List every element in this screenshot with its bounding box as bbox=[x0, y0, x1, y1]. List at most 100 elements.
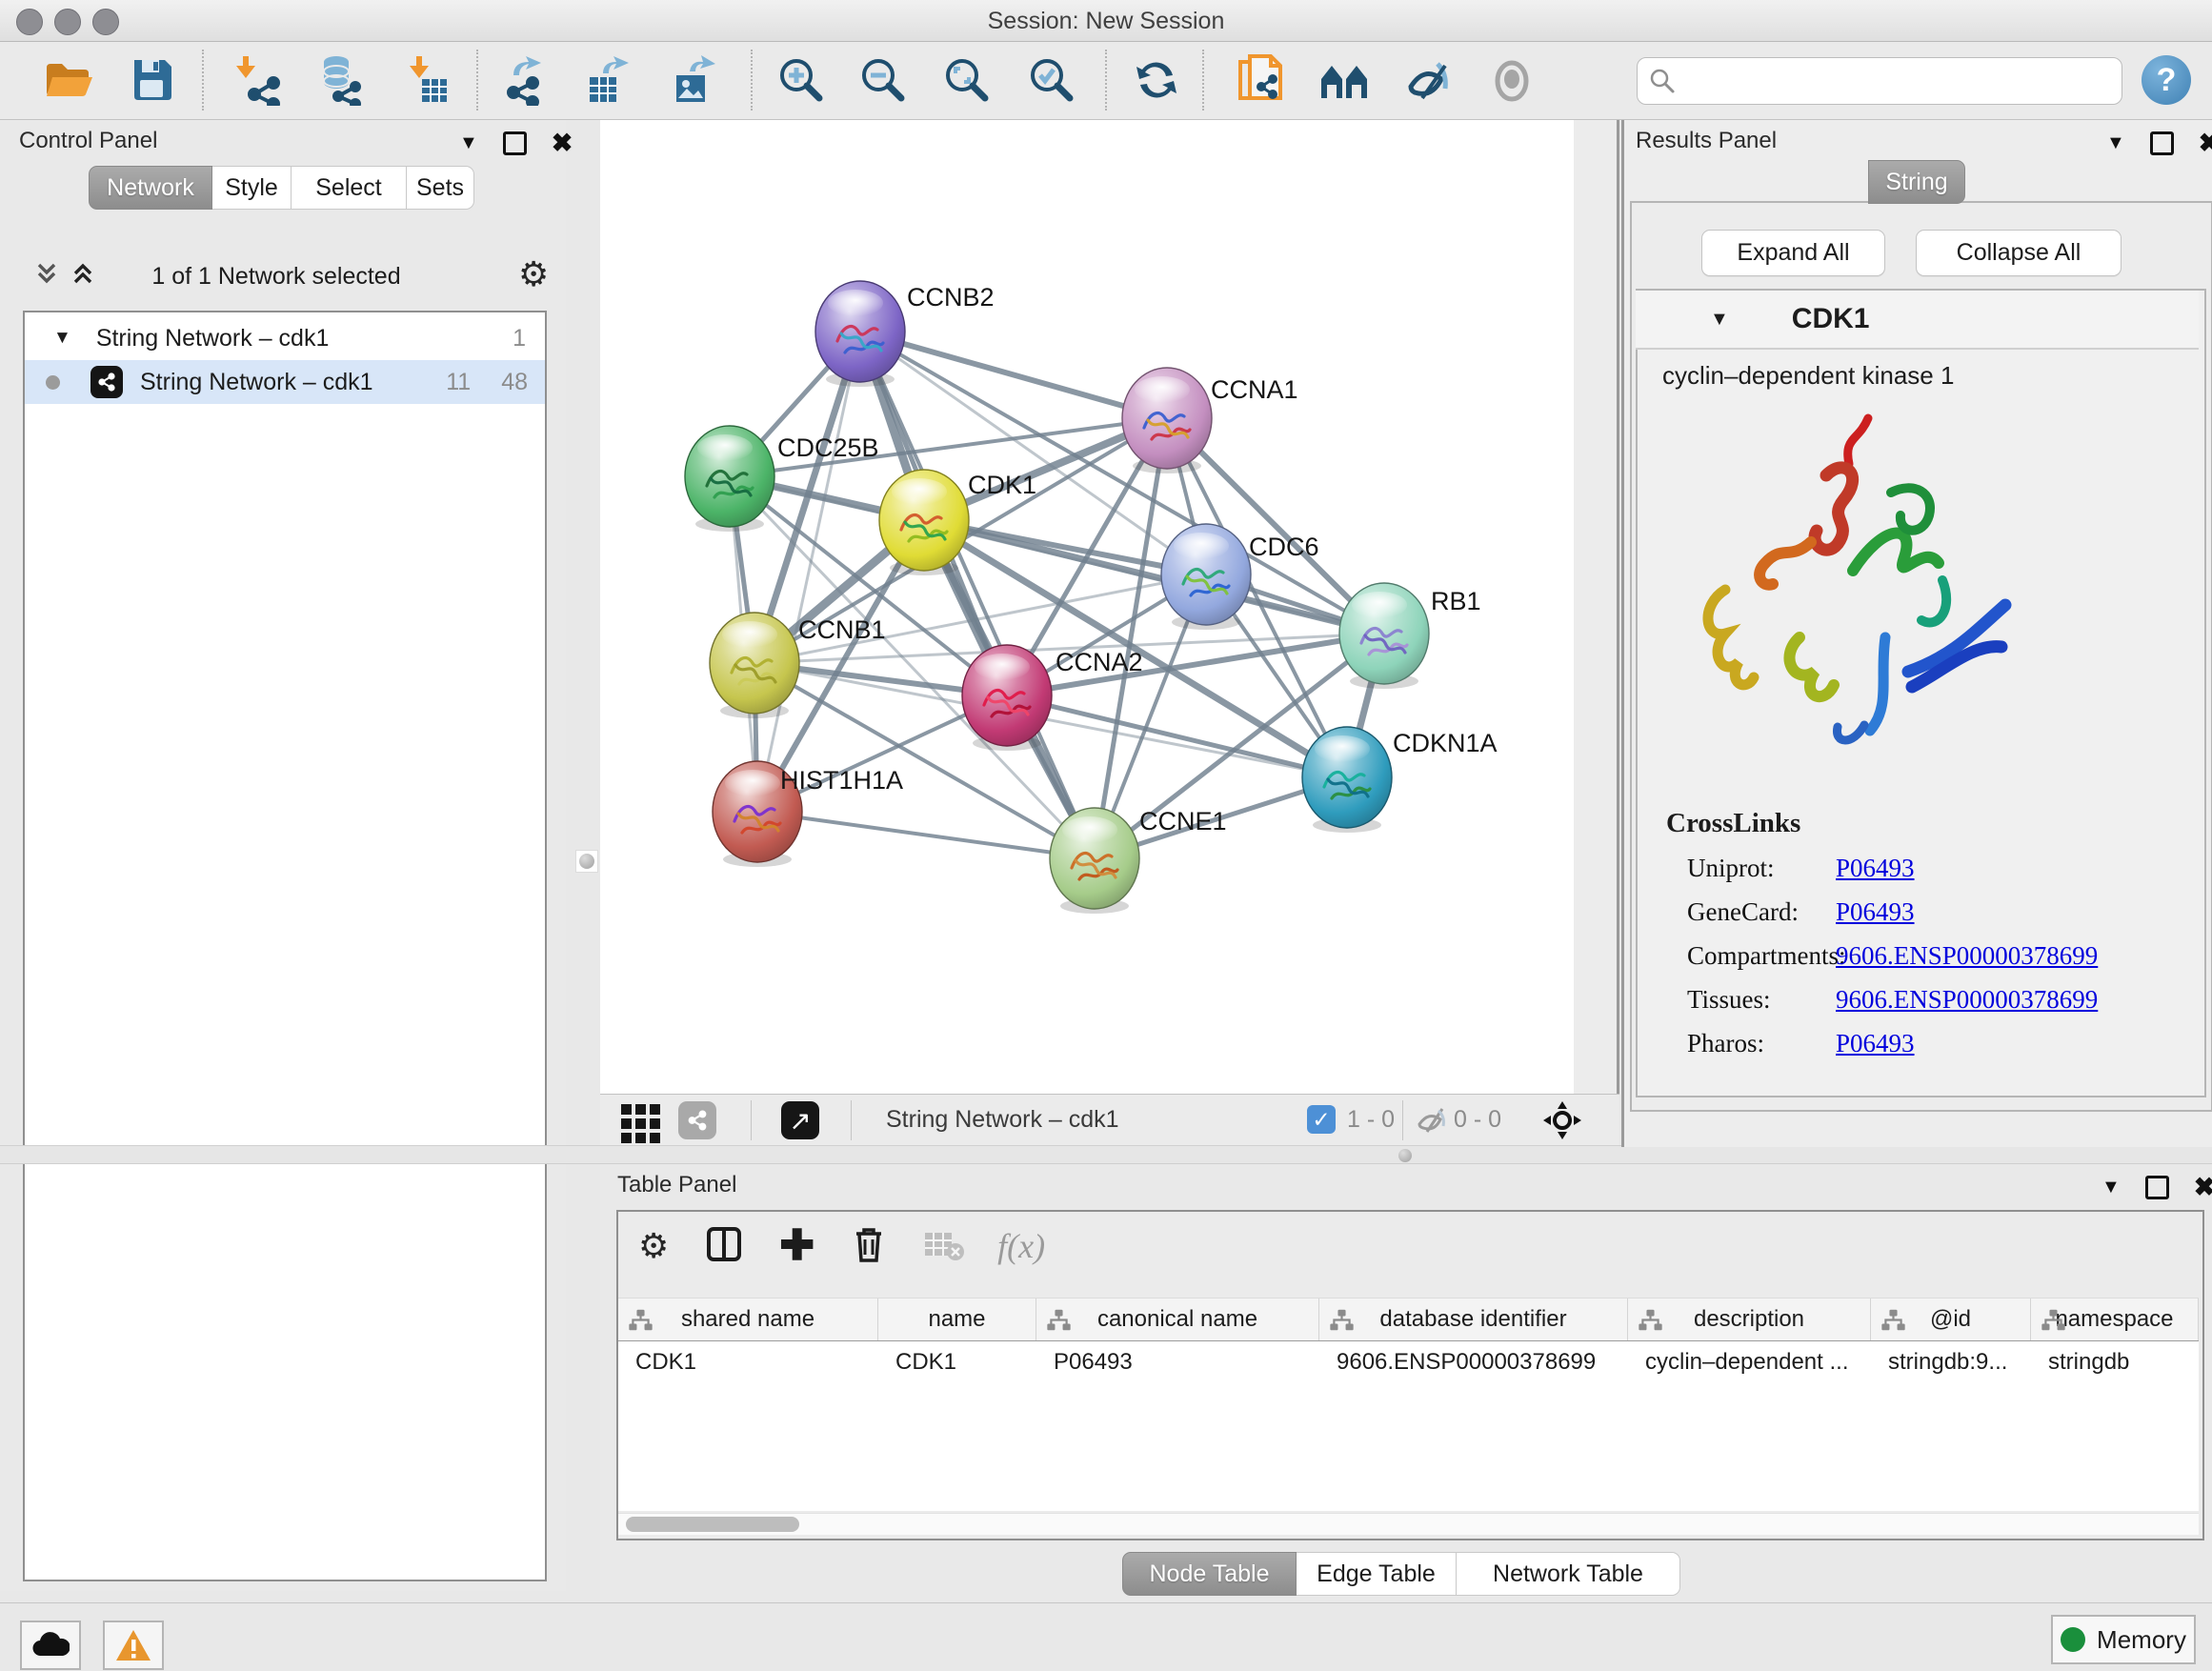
panel-menu-icon[interactable]: ▼ bbox=[2101, 1177, 2121, 1198]
grid-view-icon[interactable] bbox=[621, 1104, 660, 1143]
column-header-database-identifier[interactable]: database identifier bbox=[1319, 1299, 1628, 1340]
network-collection-row[interactable]: ▼ String Network – cdk1 1 bbox=[25, 316, 545, 360]
expand-all-button[interactable]: Expand All bbox=[1701, 230, 1885, 276]
protein-header-row[interactable]: ▼ CDK1 bbox=[1636, 291, 2199, 350]
hidden-eye-slash-icon[interactable] bbox=[1416, 1105, 1448, 1140]
column-header-canonical-name[interactable]: canonical name bbox=[1036, 1299, 1319, 1340]
network-node-CCNB1[interactable]: CCNB1 bbox=[710, 613, 886, 718]
network-options-gear-icon[interactable]: ⚙ bbox=[518, 257, 549, 292]
export-image-button[interactable] bbox=[665, 51, 720, 109]
expand-all-networks-button[interactable] bbox=[69, 259, 97, 292]
panel-float-icon[interactable] bbox=[2145, 1176, 2169, 1199]
protein-collapse-icon[interactable]: ▼ bbox=[1710, 309, 1729, 331]
crosslink-link[interactable]: P06493 bbox=[1836, 854, 1915, 883]
network-node-CCNB2[interactable]: CCNB2 bbox=[815, 281, 995, 387]
export-table-button[interactable] bbox=[580, 51, 635, 109]
import-table-button[interactable] bbox=[399, 51, 454, 109]
database-icon bbox=[313, 54, 365, 106]
zoom-out-button[interactable] bbox=[855, 51, 911, 109]
import-database-button[interactable] bbox=[312, 51, 367, 109]
tab-network-table[interactable]: Network Table bbox=[1457, 1552, 1680, 1596]
selected-checkbox[interactable]: ✓ bbox=[1307, 1105, 1336, 1134]
crosslink-link[interactable]: P06493 bbox=[1836, 1029, 1915, 1058]
save-button[interactable] bbox=[124, 51, 179, 109]
string-app-icon bbox=[90, 366, 123, 398]
help-button[interactable]: ? bbox=[2142, 55, 2191, 105]
zoom-in-button[interactable] bbox=[774, 51, 829, 109]
tab-sets[interactable]: Sets bbox=[407, 166, 474, 210]
network-node-CDKN1A[interactable]: CDKN1A bbox=[1302, 727, 1498, 833]
collapse-all-networks-button[interactable] bbox=[32, 259, 61, 292]
network-node-CDK1[interactable]: CDK1 bbox=[879, 470, 1036, 575]
overview-button[interactable] bbox=[1317, 51, 1373, 109]
table-options-gear-icon[interactable]: ⚙ bbox=[638, 1229, 669, 1263]
add-column-icon[interactable]: ✚ bbox=[779, 1227, 814, 1265]
column-header-description[interactable]: description bbox=[1628, 1299, 1871, 1340]
tab-node-table[interactable]: Node Table bbox=[1122, 1552, 1297, 1596]
memory-button[interactable]: Memory bbox=[2051, 1615, 2196, 1664]
panel-menu-icon[interactable]: ▼ bbox=[459, 132, 478, 154]
network-canvas[interactable]: CCNB2CCNA1CDC25BCDK1CDC6RB1CCNB1CCNA2CDK… bbox=[600, 120, 1574, 1094]
show-columns-icon[interactable] bbox=[705, 1225, 743, 1268]
zoom-fit-icon bbox=[941, 54, 993, 106]
network-list: ▼ String Network – cdk1 1 String Network… bbox=[23, 311, 547, 1581]
hide-graphics-button[interactable] bbox=[1401, 51, 1457, 109]
left-splitter-handle[interactable] bbox=[575, 850, 598, 873]
panel-float-icon[interactable] bbox=[2150, 131, 2174, 155]
horizontal-splitter[interactable] bbox=[0, 1145, 2212, 1164]
node-label-CDKN1A: CDKN1A bbox=[1393, 729, 1498, 757]
tab-network[interactable]: Network bbox=[89, 166, 212, 210]
toolbar-separator bbox=[851, 1100, 852, 1140]
tab-string[interactable]: String bbox=[1868, 160, 1965, 204]
export-table-icon bbox=[582, 54, 633, 106]
cloud-status-button[interactable] bbox=[20, 1621, 81, 1670]
string-network-icon[interactable] bbox=[678, 1101, 716, 1139]
show-graphics-button[interactable] bbox=[1484, 51, 1539, 109]
network-node-HIST1H1A[interactable]: HIST1H1A bbox=[713, 761, 903, 867]
tab-edge-table[interactable]: Edge Table bbox=[1297, 1552, 1457, 1596]
open-in-window-icon[interactable]: ↗ bbox=[781, 1101, 819, 1139]
panel-close-icon[interactable]: ✖ bbox=[552, 134, 573, 152]
duplicate-network-button[interactable] bbox=[1233, 51, 1288, 109]
network-edge-CCNB2-CCNA1[interactable] bbox=[860, 332, 1167, 418]
scrollbar-thumb[interactable] bbox=[626, 1517, 799, 1532]
network-edge-HIST1H1A-CCNE1[interactable] bbox=[757, 812, 1095, 858]
tab-style[interactable]: Style bbox=[212, 166, 292, 210]
table-row[interactable]: CDK1CDK1P064939606.ENSP00000378699cyclin… bbox=[618, 1341, 2199, 1383]
zoom-fit-button[interactable] bbox=[939, 51, 995, 109]
panel-close-icon[interactable]: ✖ bbox=[2194, 1178, 2212, 1197]
warnings-button[interactable] bbox=[103, 1621, 164, 1670]
refresh-button[interactable] bbox=[1129, 51, 1184, 109]
save-icon bbox=[126, 54, 177, 106]
table-horizontal-scrollbar[interactable] bbox=[618, 1513, 2199, 1535]
shared-column-icon bbox=[1046, 1307, 1072, 1333]
network-edge-CCNB2-HIST1H1A[interactable] bbox=[757, 332, 860, 812]
column-header-namespace[interactable]: namespace bbox=[2031, 1299, 2199, 1340]
tab-select[interactable]: Select bbox=[292, 166, 407, 210]
crosslink-link[interactable]: 9606.ENSP00000378699 bbox=[1836, 985, 2098, 1015]
zoom-selected-button[interactable] bbox=[1024, 51, 1079, 109]
open-file-button[interactable] bbox=[40, 51, 95, 109]
table-header-row: shared namenamecanonical namedatabase id… bbox=[618, 1298, 2199, 1342]
panel-menu-icon[interactable]: ▼ bbox=[2106, 132, 2125, 154]
panel-close-icon[interactable]: ✖ bbox=[2199, 134, 2212, 152]
column-header--id[interactable]: @id bbox=[1871, 1299, 2031, 1340]
column-header-shared-name[interactable]: shared name bbox=[618, 1299, 878, 1340]
column-header-name[interactable]: name bbox=[878, 1299, 1036, 1340]
crosslink-link[interactable]: 9606.ENSP00000378699 bbox=[1836, 941, 2098, 971]
splitter-handle-dot[interactable] bbox=[1398, 1149, 1412, 1162]
protein-name: CDK1 bbox=[1792, 303, 1870, 335]
birds-eye-toggle-icon[interactable] bbox=[1541, 1099, 1583, 1146]
network-edge-CCNA2-CDKN1A[interactable] bbox=[1007, 695, 1347, 777]
import-network-button[interactable] bbox=[231, 51, 287, 109]
network-node-RB1[interactable]: RB1 bbox=[1339, 583, 1481, 689]
delete-column-icon[interactable] bbox=[851, 1224, 887, 1269]
node-label-CCNB1: CCNB1 bbox=[798, 615, 886, 644]
search-input[interactable] bbox=[1676, 67, 2122, 95]
collection-expand-icon[interactable]: ▼ bbox=[53, 328, 71, 349]
export-network-button[interactable] bbox=[498, 51, 553, 109]
panel-float-icon[interactable] bbox=[503, 131, 527, 155]
crosslink-link[interactable]: P06493 bbox=[1836, 897, 1915, 927]
collapse-all-button[interactable]: Collapse All bbox=[1916, 230, 2122, 276]
network-row[interactable]: String Network – cdk1 11 48 bbox=[25, 360, 545, 404]
